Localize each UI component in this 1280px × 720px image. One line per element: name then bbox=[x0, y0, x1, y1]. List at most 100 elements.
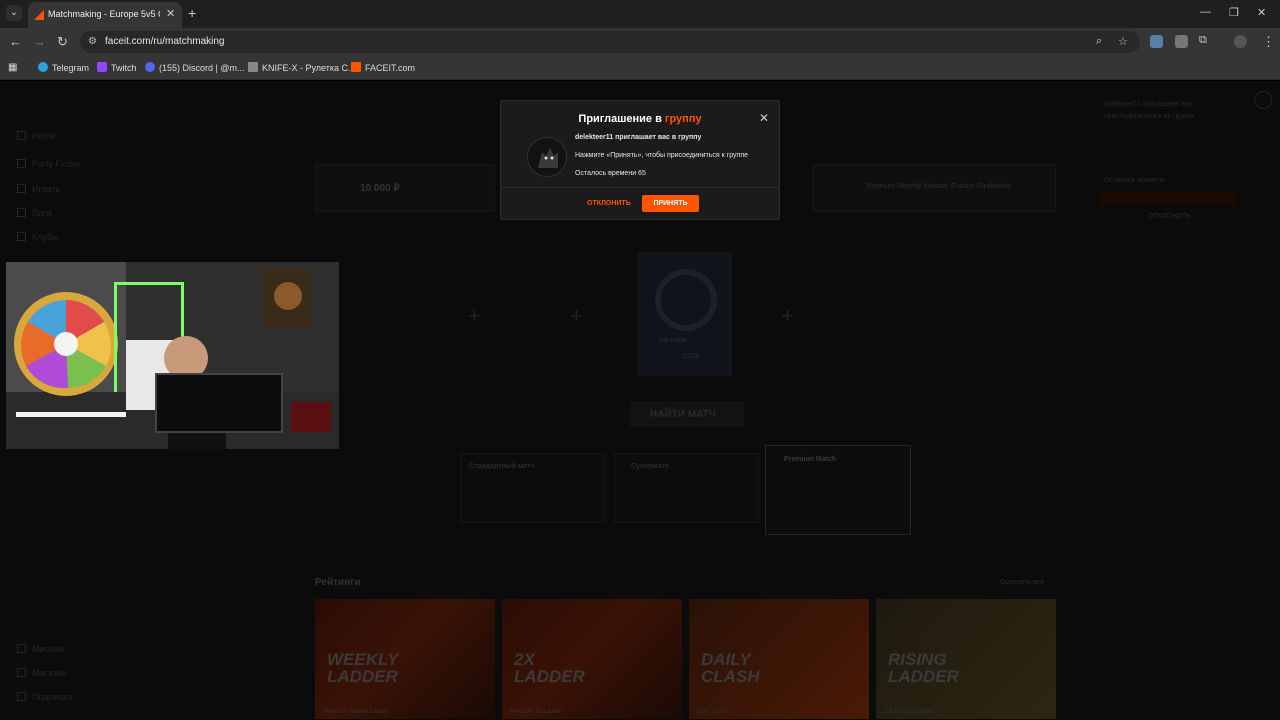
inviter-line: delekteer11 приглашает вас в группу bbox=[575, 134, 702, 141]
balance-value: 10 000 ₽ bbox=[360, 183, 400, 194]
sidebar-item[interactable]: Клубы bbox=[17, 232, 59, 242]
browser-menu-icon[interactable]: ⋮ bbox=[1262, 34, 1275, 50]
sidebar-item[interactable]: Играть bbox=[17, 184, 60, 194]
mode-card-premium[interactable]: Premium Match bbox=[765, 445, 911, 535]
bookmark-twitch[interactable]: Twitch bbox=[97, 62, 137, 73]
balance-card[interactable]: 10 000 ₽ bbox=[315, 164, 495, 212]
dialog-title: Приглашение в группу bbox=[578, 113, 702, 125]
accept-button[interactable]: ПРИНЯТЬ bbox=[642, 195, 699, 212]
sidebar-item[interactable]: Магазин bbox=[17, 668, 67, 678]
browser-toolbar: ← → ↻ ⚙ faceit.com/ru/matchmaking ⌕ ☆ ⧉ … bbox=[0, 28, 1280, 56]
ladder-title-line: WEEKLY bbox=[327, 650, 399, 669]
sidebar-item[interactable]: Лиги bbox=[17, 208, 51, 218]
bookmark-discord[interactable]: (155) Discord | @m... bbox=[145, 62, 245, 73]
discord-icon bbox=[145, 62, 155, 72]
sidebar-item[interactable]: Party Finder bbox=[17, 159, 81, 169]
window-close-icon[interactable]: ✕ bbox=[1257, 6, 1266, 19]
featured-mission-title: Premium Monthly Mission: Explore Equilib… bbox=[867, 183, 1012, 190]
panther-avatar-icon bbox=[528, 138, 566, 176]
sidebar-icon bbox=[17, 184, 26, 193]
faceit-favicon-icon bbox=[34, 10, 44, 20]
ladder-card-weekly[interactable]: WEEKLY LADDER Premium Weekly Ladder bbox=[315, 599, 495, 719]
mode-card-standard[interactable]: Стандартный матч bbox=[460, 453, 605, 523]
telegram-icon bbox=[38, 62, 48, 72]
tab-search-icon[interactable]: ⌄ bbox=[6, 5, 22, 21]
new-tab-icon[interactable]: + bbox=[188, 5, 196, 21]
ratings-title: Рейтинги bbox=[315, 577, 361, 588]
ladder-card-2x[interactable]: 2X LADDER Premium 2x Ladder bbox=[502, 599, 682, 719]
sidebar-icon bbox=[17, 668, 26, 677]
featured-mission-card[interactable]: Premium Monthly Mission: Explore Equilib… bbox=[812, 164, 1056, 212]
ladder-caption: Daily Clash bbox=[697, 709, 728, 715]
dialog-title-accent: группу bbox=[664, 113, 702, 125]
invite-panel-decline-button[interactable]: ОТКЛОНИТЬ bbox=[1148, 213, 1191, 220]
forward-icon[interactable]: → bbox=[33, 34, 46, 49]
add-party-slot-icon[interactable]: + bbox=[781, 303, 794, 329]
ladder-title-line: DAILY bbox=[701, 650, 751, 669]
invite-panel-accept-button[interactable] bbox=[1100, 191, 1236, 205]
browser-tab-bar: ⌄ Matchmaking - Europe 5v5 Queue ✕ + — ❐… bbox=[0, 0, 1280, 28]
minimize-icon[interactable]: — bbox=[1200, 6, 1211, 18]
dialog-close-icon[interactable]: ✕ bbox=[759, 111, 769, 125]
group-invite-dialog: Приглашение в группу ✕ delekteer11 пригл… bbox=[500, 100, 780, 220]
ladder-title-line: LADDER bbox=[888, 667, 959, 686]
sidebar-item[interactable]: Миссии bbox=[17, 644, 64, 654]
player-name: mb-meta bbox=[659, 337, 687, 344]
url-text[interactable]: faceit.com/ru/matchmaking bbox=[105, 36, 225, 47]
inviter-avatar bbox=[527, 137, 567, 177]
apps-grid-icon[interactable]: ▦ bbox=[8, 62, 17, 73]
invite-panel-text: delekteer11 приглашает вас присоединитьс… bbox=[1104, 101, 1195, 120]
bookmark-telegram[interactable]: Telegram bbox=[38, 62, 89, 73]
extension-icon[interactable] bbox=[1150, 35, 1163, 48]
ladder-title-line: CLASH bbox=[701, 667, 760, 686]
ladder-title-line: LADDER bbox=[327, 667, 398, 686]
sidebar-icon bbox=[17, 692, 26, 701]
sidebar-icon bbox=[17, 232, 26, 241]
ladder-title-line: RISING bbox=[888, 650, 947, 669]
back-icon[interactable]: ← bbox=[9, 34, 22, 49]
profile-avatar-icon[interactable] bbox=[1234, 35, 1247, 48]
extensions-puzzle-icon[interactable]: ⧉ bbox=[1199, 34, 1207, 47]
ladder-title-line: 2X bbox=[514, 650, 535, 669]
address-bar[interactable]: ⚙ faceit.com/ru/matchmaking ⌕ ☆ bbox=[80, 31, 1140, 53]
restore-icon[interactable]: ❐ bbox=[1229, 6, 1239, 19]
ladder-caption: 1-5 Rising Ladder bbox=[884, 709, 932, 715]
dialog-divider bbox=[501, 187, 779, 188]
browser-tab[interactable]: Matchmaking - Europe 5v5 Queue ✕ bbox=[28, 2, 182, 28]
extension-icon[interactable] bbox=[1175, 35, 1188, 48]
sidebar-icon bbox=[17, 208, 26, 217]
webcam-scene-image bbox=[6, 262, 339, 449]
sidebar-item[interactable]: Подписка bbox=[17, 692, 72, 702]
tab-close-icon[interactable]: ✕ bbox=[166, 7, 175, 20]
reload-icon[interactable]: ↻ bbox=[57, 34, 68, 50]
mode-card-super[interactable]: Суперматч bbox=[614, 453, 759, 523]
faceit-icon bbox=[351, 62, 361, 72]
invite-timer: Осталось времени 65 bbox=[575, 170, 646, 177]
ladder-card-rising[interactable]: RISING LADDER 1-5 Rising Ladder bbox=[876, 599, 1056, 719]
invite-instruction: Нажмите «Принять», чтобы присоединиться … bbox=[575, 152, 749, 159]
site-info-icon[interactable]: ⚙ bbox=[88, 36, 97, 47]
twitch-icon bbox=[97, 62, 107, 72]
sidebar-item[interactable]: Home bbox=[17, 131, 56, 141]
ladder-card-daily[interactable]: DAILY CLASH Daily Clash bbox=[689, 599, 869, 719]
find-match-button[interactable]: НАЙТИ МАТЧ bbox=[630, 401, 744, 427]
user-avatar[interactable] bbox=[1254, 91, 1272, 109]
ladder-caption: Premium Weekly Ladder bbox=[323, 709, 389, 715]
sidebar-icon bbox=[17, 159, 26, 168]
add-party-slot-icon[interactable]: + bbox=[570, 303, 583, 329]
player-card[interactable]: mb-meta 2224 bbox=[638, 252, 732, 376]
webcam-overlay bbox=[6, 262, 339, 449]
ladder-title-line: LADDER bbox=[514, 667, 585, 686]
ratings-see-all-link[interactable]: Смотреть все bbox=[1000, 579, 1044, 586]
zoom-icon[interactable]: ⌕ bbox=[1096, 35, 1102, 48]
bookmark-faceit[interactable]: FACEIT.com bbox=[351, 62, 415, 73]
sidebar-icon bbox=[17, 131, 26, 140]
bookmark-star-icon[interactable]: ☆ bbox=[1118, 35, 1128, 48]
bookmark-knifex[interactable]: KNIFE-X - Рулетка С... bbox=[248, 62, 356, 73]
add-party-slot-icon[interactable]: + bbox=[468, 303, 481, 329]
tab-title: Matchmaking - Europe 5v5 Queue bbox=[48, 9, 160, 19]
bookmarks-bar: ▦ Telegram Twitch (155) Discord | @m... … bbox=[0, 56, 1280, 80]
ladder-caption: Premium 2x Ladder bbox=[510, 709, 563, 715]
invite-panel-timer: Осталось времени bbox=[1104, 177, 1166, 184]
decline-button[interactable]: ОТКЛОНИТЬ bbox=[587, 200, 631, 207]
